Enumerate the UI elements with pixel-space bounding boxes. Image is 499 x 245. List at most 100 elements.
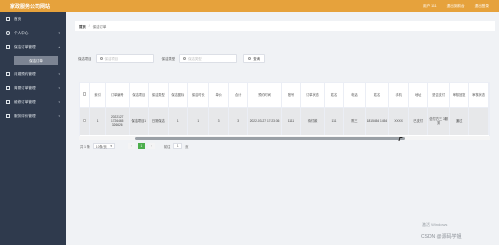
table-cell: 待付款 <box>300 107 325 135</box>
select-all-checkbox[interactable] <box>82 92 87 97</box>
table-cell: 日常保洁 <box>148 107 169 135</box>
goto-suffix: 页 <box>185 144 189 149</box>
search-button-label: 查询 <box>253 57 261 61</box>
sidebar-item-label: 首页 <box>14 16 22 21</box>
sidebar-item-label: 维修订单管理 <box>14 99 36 104</box>
column-header: 订单编号 <box>105 83 130 108</box>
cleaning-item-label: 保洁项目 <box>78 57 92 61</box>
sidebar-item-nanny-booking[interactable]: 月嫂预约管理 ▾ <box>0 67 66 81</box>
page-size-value: 10条/页 <box>95 144 107 149</box>
search-icon <box>248 57 252 60</box>
table-cell: XXXX <box>388 107 409 135</box>
sidebar-item-home[interactable]: 首页 <box>0 12 66 26</box>
column-header: 保洁类型 <box>148 83 169 108</box>
column-header: 姓名 <box>365 83 390 108</box>
user-icon <box>6 31 10 35</box>
chevron-down-icon: ▾ <box>58 31 60 35</box>
user-label[interactable]: 用户 111 <box>423 4 437 9</box>
main-content: 首页 / 保洁订单 保洁项目 保洁项目 保洁类型 保洁类型 查询 索引 订单编号… <box>66 12 499 245</box>
sidebar-item-profile[interactable]: 个人中心 ▾ <box>0 26 66 40</box>
table-cell: 陈三 <box>343 107 366 135</box>
box-icon <box>6 45 10 49</box>
sidebar-item-service-reviews[interactable]: 服务评价管理 ▾ <box>0 109 66 123</box>
sidebar-item-repair-orders[interactable]: 维修订单管理 ▾ <box>0 95 66 109</box>
sidebar-item-label: 个人中心 <box>14 30 29 35</box>
box-icon <box>6 100 10 104</box>
column-header: 审核状态 <box>468 83 489 108</box>
column-header: 姓名 <box>324 83 345 108</box>
mouse-cursor-icon <box>398 137 403 141</box>
row-checkbox[interactable] <box>82 118 87 123</box>
breadcrumb-home[interactable]: 首页 <box>79 24 86 29</box>
cleaning-item-input[interactable]: 保洁项目 <box>95 54 154 63</box>
search-icon <box>183 57 187 60</box>
table-row[interactable]: 1 2022127 1726465 326626 保洁项目1 日常保洁 1 1 … <box>80 107 489 135</box>
submenu-item-cleaning-order[interactable]: 保洁订单 <box>14 56 58 65</box>
back-home-link[interactable]: 退出到前台 <box>447 4 465 9</box>
chevron-down-icon: ▾ <box>58 114 60 118</box>
sidebar: 首页 个人中心 ▾ 保洁订单管理 ▴ 保洁订单 月嫂预约管理 ▾ 育婴订单管理 … <box>0 12 66 245</box>
column-header: 审核回复 <box>449 83 470 108</box>
table-cell: 1 <box>187 107 210 135</box>
table-cell: 1 <box>89 107 106 135</box>
cleaning-item-placeholder: 保洁项目 <box>104 57 119 61</box>
breadcrumb-current: 保洁订单 <box>92 24 107 29</box>
table-header-row: 索引 订单编号 保洁项目 保洁类型 保洁图标 保洁时长 单价 合计 预约时间 账… <box>80 83 489 108</box>
page-size-select[interactable]: 10条/页 ▾ <box>92 143 115 149</box>
column-header: 合计 <box>228 83 249 108</box>
column-header: 电话 <box>343 83 366 108</box>
table-cell: 3 <box>208 107 229 135</box>
next-page-button[interactable]: › <box>147 143 155 149</box>
column-header: 保洁时长 <box>187 83 210 108</box>
windows-activation-watermark: 激活 Windows <box>422 222 448 227</box>
column-header: 索引 <box>89 83 106 108</box>
table-cell: 1815454 1454 <box>365 107 390 135</box>
sidebar-item-label: 月嫂预约管理 <box>14 71 36 76</box>
table-cell: 保洁项目1 <box>129 107 150 135</box>
header-checkbox-cell[interactable] <box>80 83 91 108</box>
chevron-up-icon: ▴ <box>58 45 60 49</box>
sidebar-item-cleaning-orders[interactable]: 保洁订单管理 ▴ <box>0 40 66 54</box>
column-header: 订单状态 <box>300 83 325 108</box>
column-header: 地址 <box>408 83 429 108</box>
chevron-down-icon: ▾ <box>58 100 60 104</box>
sidebar-item-childcare-orders[interactable]: 育婴订单管理 ▾ <box>0 81 66 95</box>
breadcrumb: 首页 / 保洁订单 <box>75 21 495 31</box>
filter-bar: 保洁项目 保洁项目 保洁类型 保洁类型 查询 <box>78 54 266 63</box>
table-cell: 3 <box>228 107 249 135</box>
goto-page-input[interactable]: 1 <box>173 143 183 149</box>
row-checkbox-cell[interactable] <box>80 107 91 135</box>
table-cell: 通过 <box>449 107 470 135</box>
column-header: 单价 <box>208 83 229 108</box>
chevron-down-icon: ▾ <box>110 144 112 148</box>
box-icon <box>6 72 10 76</box>
app-title: 家政服务公司网站 <box>10 3 51 10</box>
page-number-current[interactable]: 1 <box>137 143 145 149</box>
top-right-links: 用户 111 退出到前台 退出登录 <box>423 4 499 9</box>
sidebar-item-label: 保洁订单管理 <box>14 44 36 49</box>
box-icon <box>6 86 10 90</box>
table-cell: 已支付 <box>408 107 429 135</box>
scrollbar-thumb[interactable] <box>135 136 405 140</box>
prev-page-button[interactable]: ‹ <box>127 143 135 149</box>
table-cell: 2022127 1726465 326626 <box>105 107 130 135</box>
table-cell: 1111 <box>281 107 302 135</box>
total-count: 共 1 条 <box>80 144 90 149</box>
cleaning-type-input[interactable]: 保洁类型 <box>179 54 238 63</box>
column-header: 保洁项目 <box>129 83 150 108</box>
cleaning-type-placeholder: 保洁类型 <box>188 57 202 61</box>
table-cell: 2022-03-27 17:23:36 <box>247 107 282 135</box>
goto-prefix: 前往 <box>163 144 171 149</box>
chevron-down-icon: ▾ <box>58 86 60 90</box>
home-icon <box>6 17 10 21</box>
logout-link[interactable]: 退出登录 <box>475 4 489 9</box>
search-icon <box>99 57 103 60</box>
table-cell <box>468 107 489 135</box>
column-header: 是否支付 <box>427 83 450 108</box>
table-cell: 信付方三 3服务 <box>427 107 450 135</box>
cleaning-type-label: 保洁类型 <box>161 57 176 61</box>
column-header: 保洁图标 <box>168 83 189 108</box>
search-button[interactable]: 查询 <box>243 54 266 63</box>
csdn-watermark: CSDN @源码学姐 <box>421 234 462 240</box>
column-header: 预约时间 <box>247 83 282 108</box>
